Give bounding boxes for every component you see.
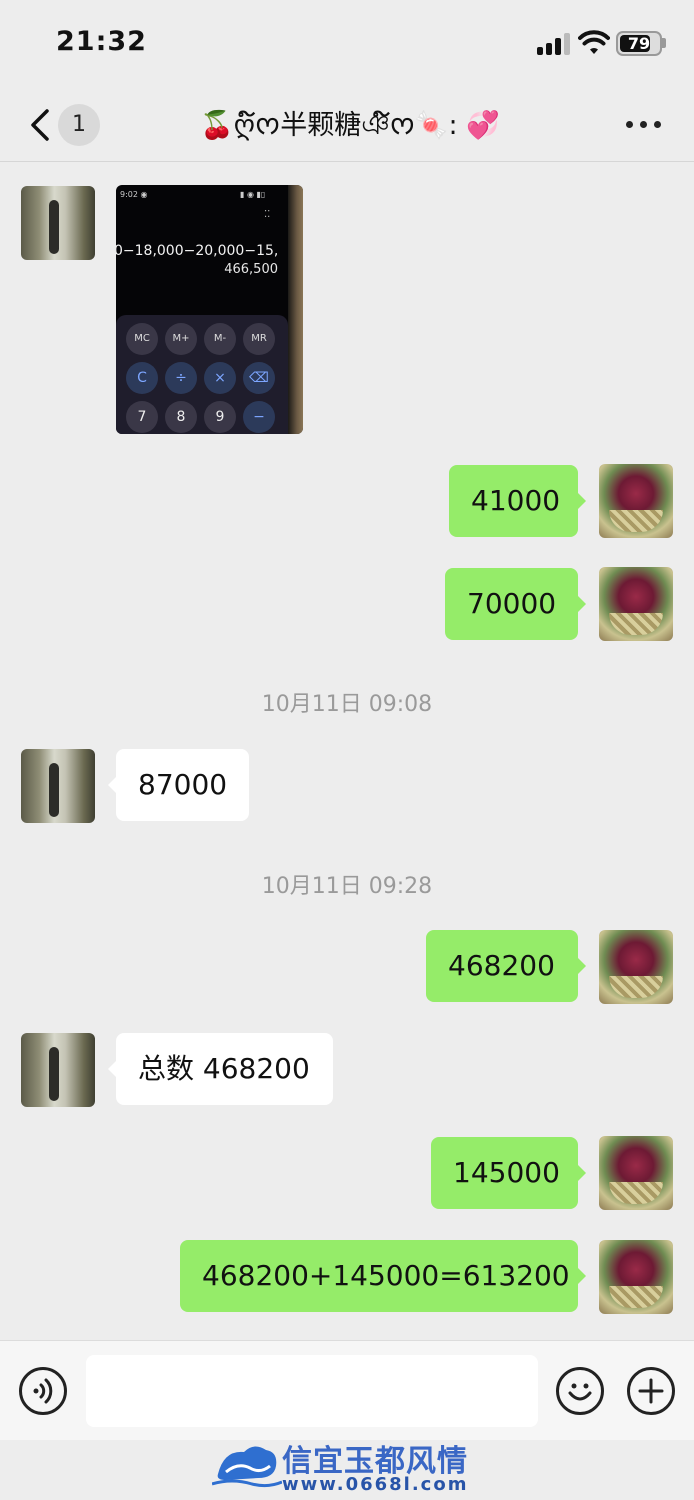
calc-key-8: 8 (165, 401, 197, 433)
peer-avatar[interactable] (21, 1033, 95, 1107)
unread-count-badge: 1 (58, 104, 100, 146)
self-avatar[interactable] (599, 464, 673, 538)
self-avatar[interactable] (599, 930, 673, 1004)
outgoing-message[interactable]: 468200 (426, 930, 586, 1002)
calc-key-mplus: M+ (165, 323, 197, 355)
outgoing-message[interactable]: 468200+145000=613200 (180, 1240, 586, 1312)
self-avatar[interactable] (599, 1240, 673, 1314)
plus-icon (638, 1378, 664, 1404)
emoji-button[interactable] (556, 1367, 604, 1415)
message-input[interactable] (86, 1355, 538, 1427)
calc-key-7: 7 (126, 401, 158, 433)
calc-key-mminus: M- (204, 323, 236, 355)
battery-tip (662, 38, 666, 48)
voice-icon (33, 1378, 53, 1404)
back-button[interactable]: 1 (24, 102, 104, 148)
outgoing-message[interactable]: 70000 (445, 568, 586, 640)
incoming-message[interactable]: 总数 468200 (108, 1033, 333, 1105)
input-bar (0, 1340, 694, 1440)
calculator-expression: 0−18,000−20,000−15,000 (116, 243, 279, 259)
outgoing-message[interactable]: 145000 (431, 1137, 586, 1209)
image-background-edge (288, 185, 303, 434)
image-menu-dots: ⁚⁚ (264, 209, 271, 220)
self-avatar[interactable] (599, 1136, 673, 1210)
chat-header: 1 🍒ღ໌ᰔ半颗糖ঞ໌ᰔ🍬: 💞 (0, 88, 694, 162)
voice-input-button[interactable] (19, 1367, 67, 1415)
chevron-left-icon (31, 109, 49, 141)
peer-avatar[interactable] (21, 749, 95, 823)
calc-key-clear: C (126, 362, 158, 394)
calculator-result: 466,500 (224, 262, 278, 277)
outgoing-message[interactable]: 41000 (449, 465, 586, 537)
calc-key-multiply: × (204, 362, 236, 394)
calc-key-backspace: ⌫ (243, 362, 275, 394)
incoming-message[interactable]: 87000 (108, 749, 249, 821)
calc-key-9: 9 (204, 401, 236, 433)
calculator-screenshot-image[interactable]: 9:02 ◉ ▮ ◉ ▮▯ ⁚⁚ 0−18,000−20,000−15,000 … (116, 185, 303, 434)
peer-avatar[interactable] (21, 186, 95, 260)
watermark-url: www.0668l.com (282, 1474, 469, 1495)
site-watermark: 信宜玉都风情 www.0668l.com (208, 1434, 498, 1495)
cellular-signal-icon (537, 33, 571, 55)
calc-key-mr: MR (243, 323, 275, 355)
chat-title: 🍒ღ໌ᰔ半颗糖ঞ໌ᰔ🍬: 💞 (200, 110, 500, 141)
add-more-button[interactable] (627, 1367, 675, 1415)
calculator-keypad: MC M+ M- MR C ÷ × ⌫ 7 8 9 − (116, 315, 288, 434)
status-bar: 21:32 79 (0, 0, 694, 88)
self-avatar[interactable] (599, 567, 673, 641)
image-status-left: 9:02 ◉ (120, 190, 148, 199)
smiley-icon (568, 1383, 592, 1401)
watermark-logo-icon (212, 1446, 282, 1488)
more-options-button[interactable] (620, 112, 668, 136)
message-timestamp: 10月11日 09:28 (261, 874, 433, 899)
status-time: 21:32 (56, 26, 147, 57)
battery-icon: 79 (616, 31, 662, 56)
battery-level: 79 (627, 34, 651, 53)
calc-key-divide: ÷ (165, 362, 197, 394)
calc-key-mc: MC (126, 323, 158, 355)
wifi-icon (578, 30, 610, 54)
calc-key-minus: − (243, 401, 275, 433)
image-status-right: ▮ ◉ ▮▯ (240, 190, 266, 199)
message-timestamp: 10月11日 09:08 (261, 692, 433, 717)
